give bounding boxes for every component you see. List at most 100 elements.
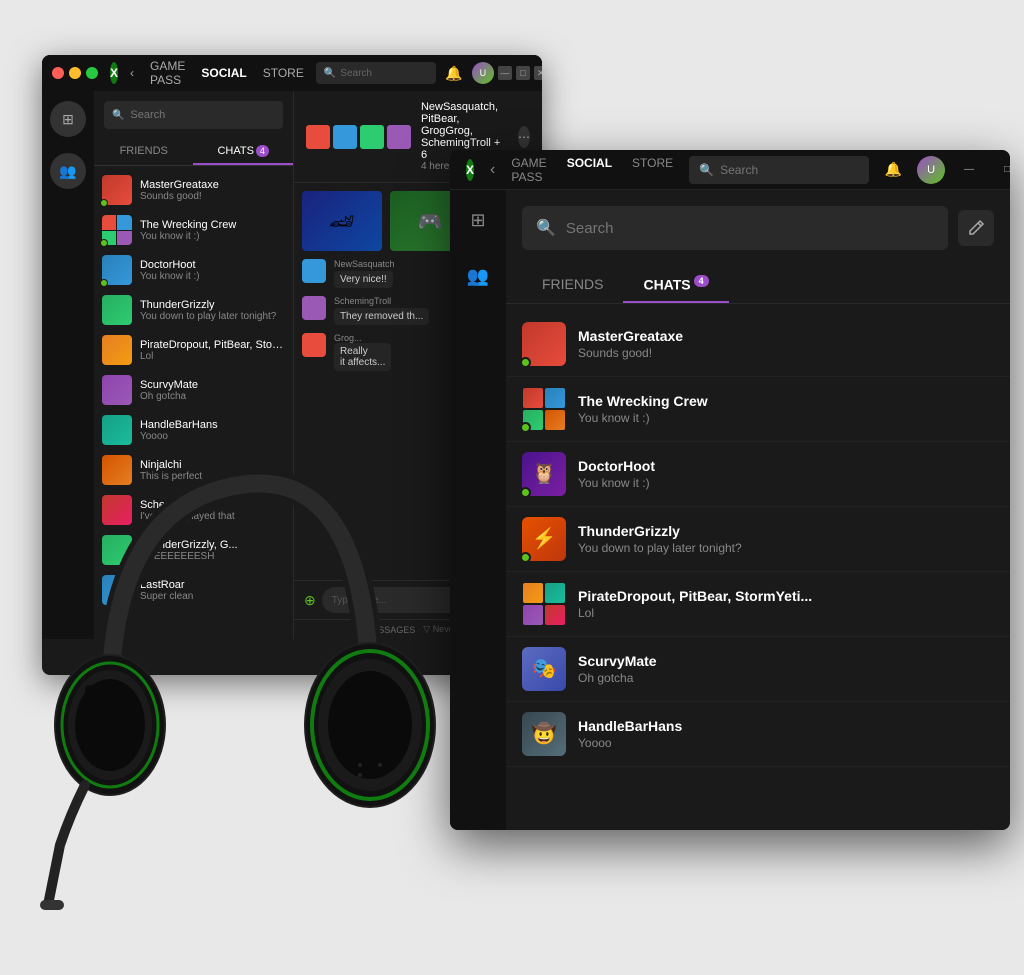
bg-chat-item-scheming[interactable]: SchemingTroll I've never played that xyxy=(94,490,293,530)
fg-search-box[interactable]: 🔍 xyxy=(689,156,869,184)
fg-chat-item-wrecking[interactable]: The Wrecking Crew You know it :) xyxy=(506,377,1010,442)
bg-sidebar: ⊞ 👥 xyxy=(42,91,94,639)
fg-compose-btn[interactable] xyxy=(958,210,994,246)
bg-chat-preview-thunder: You down to play later tonight? xyxy=(140,311,285,322)
bg-chat-item-pirate[interactable]: PirateDropout, PitBear, StormYeti... Lol xyxy=(94,330,293,370)
bg-group-av-4 xyxy=(387,125,411,149)
bg-chat-item-thundergrizzly[interactable]: ThunderGrizzly You down to play later to… xyxy=(94,290,293,330)
bg-chat-info-scheming: SchemingTroll I've never played that xyxy=(140,499,285,522)
fg-group-av-pirate-3 xyxy=(522,604,544,626)
bg-chat-name-lastroar: LastRoar xyxy=(140,579,285,591)
bg-chat-preview-wrecking: You know it :) xyxy=(140,231,285,242)
fg-search-input[interactable] xyxy=(566,220,934,237)
bg-online-dot xyxy=(100,199,108,207)
fg-search-icon-mini: 🔍 xyxy=(699,163,714,177)
bg-tab-friends[interactable]: FRIENDS xyxy=(94,139,194,165)
bg-chat-name-handlebar: HandleBarHans xyxy=(140,419,285,431)
fg-nav-store[interactable]: STORE xyxy=(632,156,673,184)
bg-chat-item-wrecking[interactable]: The Wrecking Crew You know it :) xyxy=(94,210,293,250)
fg-chat-info-wrecking: The Wrecking Crew You know it :) xyxy=(578,393,994,425)
fg-avatar-wrap-mastergreataxe xyxy=(522,322,566,366)
bg-msg-name-1: NewSasquatch xyxy=(334,259,395,269)
fg-avatar-wrap-handlebar: 🤠 xyxy=(522,712,566,756)
bg-msg-name-3: Grog... xyxy=(334,333,391,343)
bg-chat-item-doctorhoot[interactable]: DoctorHoot You know it :) xyxy=(94,250,293,290)
bg-group-av-1 xyxy=(306,125,330,149)
bg-msg-name-2: SchemingTroll xyxy=(334,296,429,306)
fg-tab-friends[interactable]: FRIENDS xyxy=(522,266,623,303)
fg-chat-item-scurvy[interactable]: 🎭 ScurvyMate Oh gotcha xyxy=(506,637,1010,702)
bg-chat-preview-doctorhoot: You know it :) xyxy=(140,271,285,282)
fg-group-av-pirate-2 xyxy=(544,582,566,604)
bg-add-icon[interactable]: ⊕ xyxy=(304,592,316,609)
fg-chat-item-pirate[interactable]: PirateDropout, PitBear, StormYeti... Lol xyxy=(506,572,1010,637)
fg-nav-social[interactable]: SOCIAL xyxy=(567,156,612,184)
bg-chat-name-wrecking: The Wrecking Crew xyxy=(140,219,285,231)
bg-chat-item-scurvy[interactable]: ScurvyMate Oh gotcha xyxy=(94,370,293,410)
fg-user-avatar[interactable]: U xyxy=(917,156,945,184)
bg-search-bar[interactable]: 🔍 xyxy=(104,101,283,129)
bg-chat-info-mastergreataxe: MasterGreataxe Sounds good! xyxy=(140,179,285,202)
fg-nav: GAME PASS SOCIAL STORE xyxy=(511,156,673,184)
bg-titlebar-right: 🔍 Search 🔔 U — □ ✕ xyxy=(316,59,542,87)
bg-more-btn[interactable]: ⋯ xyxy=(518,126,530,148)
bg-chat-item-ninjalchi[interactable]: Ninjalchi This is perfect xyxy=(94,450,293,490)
fg-chat-list: MasterGreataxe Sounds good! The Wreckin xyxy=(506,304,1010,775)
fg-chat-preview-mastergreataxe: Sounds good! xyxy=(578,346,994,360)
fg-restore-btn[interactable]: □ xyxy=(993,156,1010,184)
bg-sidebar-social[interactable]: 👥 xyxy=(50,153,86,189)
bg-chat-item-handlebar[interactable]: HandleBarHans Yoooo xyxy=(94,410,293,450)
fg-chat-info-scurvy: ScurvyMate Oh gotcha xyxy=(578,653,994,685)
minimize-btn[interactable] xyxy=(69,67,81,79)
fg-online-doctorhoot xyxy=(520,487,531,498)
bg-chat-info-handlebar: HandleBarHans Yoooo xyxy=(140,419,285,442)
bg-nav-store[interactable]: STORE xyxy=(263,66,304,80)
fg-big-search[interactable]: 🔍 xyxy=(522,206,948,250)
fg-bell-icon[interactable]: 🔔 xyxy=(879,156,907,184)
bg-minimize-btn[interactable]: — xyxy=(498,66,512,80)
fg-back-btn[interactable]: ‹ xyxy=(490,161,495,179)
bg-nav-back[interactable]: ‹ xyxy=(130,66,134,80)
bg-user-avatar[interactable]: U xyxy=(472,62,494,84)
bg-chat-item-lastroar[interactable]: LastRoar Super clean xyxy=(94,570,293,610)
close-btn[interactable] xyxy=(52,67,64,79)
fg-chat-item-thundergrizzly[interactable]: ⚡ ThunderGrizzly You down to play later … xyxy=(506,507,1010,572)
fg-avatar-handlebar: 🤠 xyxy=(522,712,566,756)
fg-chat-item-mastergreataxe[interactable]: MasterGreataxe Sounds good! xyxy=(506,312,1010,377)
maximize-btn[interactable] xyxy=(86,67,98,79)
bg-thumb-forza: 🏎 xyxy=(302,191,382,251)
fg-minimize-btn[interactable]: — xyxy=(955,156,983,184)
bg-nav-social[interactable]: SOCIAL xyxy=(201,66,246,80)
bg-chat-item-mastergreataxe[interactable]: MasterGreataxe Sounds good! xyxy=(94,170,293,210)
bg-msg-av-1 xyxy=(302,259,326,283)
bg-bell-icon[interactable]: 🔔 xyxy=(440,59,468,87)
bg-msg-av-3 xyxy=(302,333,326,357)
bg-search-mini[interactable]: 🔍 Search xyxy=(316,62,436,84)
bg-group-av-2 xyxy=(333,125,357,149)
fg-nav-gamepass[interactable]: GAME PASS xyxy=(511,156,546,184)
fg-group-av-2 xyxy=(544,387,566,409)
bg-chat-name-scheming: SchemingTroll xyxy=(140,499,285,511)
bg-close-btn[interactable]: ✕ xyxy=(534,66,542,80)
bg-chat-item-thunder2[interactable]: ThunderGrizzly, G... SHEEEEEEESH xyxy=(94,530,293,570)
fg-tab-chats[interactable]: CHATS4 xyxy=(623,266,728,303)
bg-msg-text-2: They removed th... xyxy=(334,308,429,325)
fg-tabs: FRIENDS CHATS4 xyxy=(506,266,1010,304)
bg-tab-chats[interactable]: CHATS4 xyxy=(193,139,293,165)
bg-sidebar-library[interactable]: ⊞ xyxy=(50,101,86,137)
bg-chat-preview-pirate: Lol xyxy=(140,351,285,362)
fg-chat-item-doctorhoot[interactable]: 🦉 DoctorHoot You know it :) xyxy=(506,442,1010,507)
fg-chat-name-wrecking: The Wrecking Crew xyxy=(578,393,994,409)
fg-chat-name-pirate: PirateDropout, PitBear, StormYeti... xyxy=(578,588,994,604)
fg-online-mastergreataxe xyxy=(520,357,531,368)
fg-xbox-logo: X xyxy=(466,159,474,181)
fg-sidebar-library[interactable]: ⊞ xyxy=(460,202,496,238)
bg-restore-btn[interactable]: □ xyxy=(516,66,530,80)
fg-sidebar-social[interactable]: 👥 xyxy=(460,258,496,294)
fg-search-input-mini[interactable] xyxy=(720,163,859,177)
bg-chat-name-thunder: ThunderGrizzly xyxy=(140,299,285,311)
bg-nav-gamepass[interactable]: GAME PASS xyxy=(150,59,185,87)
fg-chat-item-handlebar[interactable]: 🤠 HandleBarHans Yoooo xyxy=(506,702,1010,767)
bg-search-input[interactable] xyxy=(130,109,275,121)
fg-avatar-wrap-scurvy: 🎭 xyxy=(522,647,566,691)
